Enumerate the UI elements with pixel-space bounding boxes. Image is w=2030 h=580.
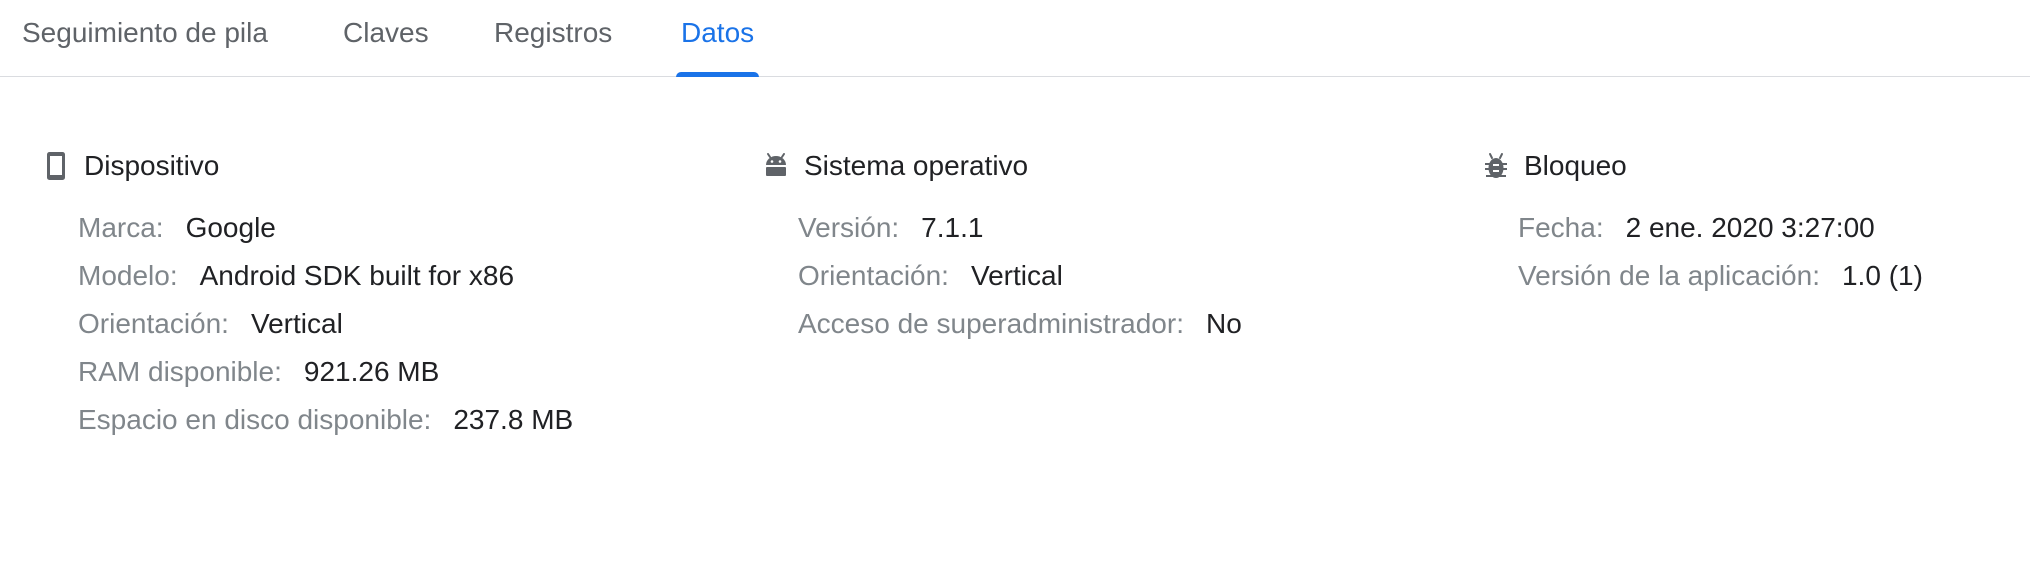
crash-app-version-value: 1.0 (1) xyxy=(1841,260,1923,291)
device-row-disk: Espacio en disco disponible: 237.8 MB xyxy=(78,402,573,450)
device-brand-value: Google xyxy=(185,212,276,243)
tab-logs[interactable]: Registros xyxy=(494,0,612,76)
android-icon xyxy=(763,151,789,181)
crash-details: Fecha: 2 ene. 2020 3:27:00 Versión de la … xyxy=(1518,210,1923,306)
crash-date-label: Fecha: xyxy=(1518,212,1604,243)
device-row-ram: RAM disponible: 921.26 MB xyxy=(78,354,573,402)
tab-data-label: Datos xyxy=(681,17,755,48)
device-orientation-value: Vertical xyxy=(250,308,343,339)
smartphone-icon xyxy=(43,151,69,181)
device-disk-value: 237.8 MB xyxy=(453,404,574,435)
crash-date-value: 2 ene. 2020 3:27:00 xyxy=(1625,212,1875,243)
os-details: Versión: 7.1.1 Orientación: Vertical Acces… xyxy=(798,210,1242,354)
device-details: Marca: Google Modelo: Android SDK built fo… xyxy=(78,210,573,450)
os-orientation-label: Orientación: xyxy=(798,260,949,291)
device-orientation-label: Orientación: xyxy=(78,308,229,339)
os-row-version: Versión: 7.1.1 xyxy=(798,210,1242,258)
os-orientation-value: Vertical xyxy=(970,260,1063,291)
device-model-value: Android SDK built for x86 xyxy=(199,260,515,291)
os-row-root: Acceso de superadministrador: No xyxy=(798,306,1242,354)
bug-icon xyxy=(1483,151,1509,181)
tab-bar: Seguimiento de pila Claves Registros Dat… xyxy=(0,0,2030,77)
os-version-label: Versión: xyxy=(798,212,900,243)
os-section-title: Sistema operativo xyxy=(804,150,1029,181)
device-row-brand: Marca: Google xyxy=(78,210,573,258)
os-root-value: No xyxy=(1205,308,1242,339)
active-tab-indicator xyxy=(676,72,760,77)
tab-stack-trace[interactable]: Seguimiento de pila xyxy=(22,0,268,76)
device-row-orientation: Orientación: Vertical xyxy=(78,306,573,354)
device-ram-label: RAM disponible: xyxy=(78,356,282,387)
crash-app-version-label: Versión de la aplicación: xyxy=(1518,260,1820,291)
device-disk-label: Espacio en disco disponible: xyxy=(78,404,432,435)
device-model-label: Modelo: xyxy=(78,260,178,291)
os-version-value: 7.1.1 xyxy=(921,212,984,243)
device-brand-label: Marca: xyxy=(78,212,164,243)
crash-section-title: Bloqueo xyxy=(1524,150,1627,181)
tab-data[interactable]: Datos xyxy=(676,0,760,77)
device-ram-value: 921.26 MB xyxy=(303,356,440,387)
crash-row-app-version: Versión de la aplicación: 1.0 (1) xyxy=(1518,258,1923,306)
crash-row-date: Fecha: 2 ene. 2020 3:27:00 xyxy=(1518,210,1923,258)
device-row-model: Modelo: Android SDK built for x86 xyxy=(78,258,573,306)
device-section-title: Dispositivo xyxy=(84,150,220,181)
tab-keys[interactable]: Claves xyxy=(343,0,429,76)
os-row-orientation: Orientación: Vertical xyxy=(798,258,1242,306)
os-root-label: Acceso de superadministrador: xyxy=(798,308,1184,339)
